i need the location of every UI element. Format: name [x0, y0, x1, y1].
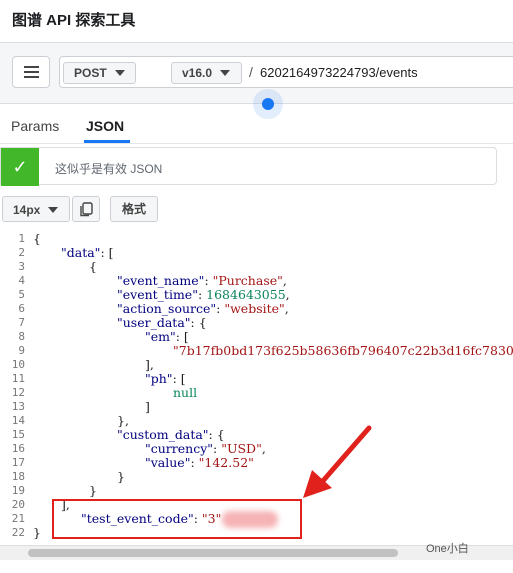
watermark: One小白 [426, 543, 469, 555]
annotation-arrow [303, 425, 372, 498]
